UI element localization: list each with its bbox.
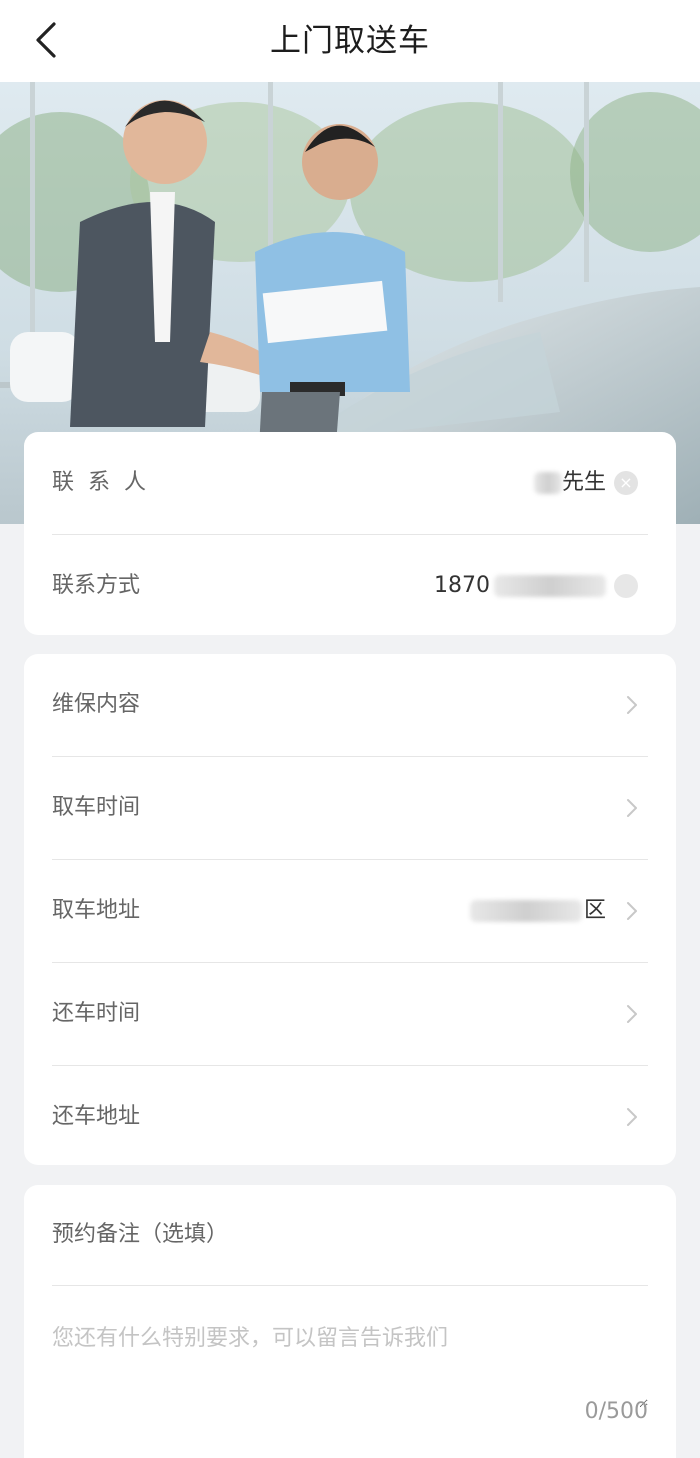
character-counter: 0/500 (584, 1399, 648, 1424)
contact-phone-row[interactable]: 联系方式 1870 (52, 535, 648, 637)
clear-icon[interactable]: × (614, 471, 638, 495)
service-row-pickup-time[interactable]: 取车时间 (52, 757, 648, 860)
contact-phone-value[interactable]: 1870 (434, 535, 606, 637)
pickup-address-value: 区 (469, 860, 606, 962)
remark-card: 预约备注（选填） 0/500 (24, 1185, 676, 1458)
chevron-right-icon (627, 1108, 637, 1126)
service-card: 维保内容 取车时间 取车地址 区 还车时间 还车地址 (24, 654, 676, 1165)
contact-phone-label: 联系方式 (52, 573, 141, 598)
return-time-label: 还车时间 (52, 1001, 141, 1026)
return-address-label: 还车地址 (52, 1104, 141, 1129)
chevron-right-icon (627, 1005, 637, 1023)
contact-card: 联系人 先生 × 联系方式 1870 (24, 432, 676, 635)
contact-name-label: 联系人 (52, 470, 161, 495)
remark-header: 预约备注（选填） (52, 1185, 648, 1286)
chevron-right-icon (627, 799, 637, 817)
service-row-pickup-address[interactable]: 取车地址 区 (52, 860, 648, 963)
remark-textarea[interactable] (52, 1304, 648, 1408)
contact-name-row[interactable]: 联系人 先生 × (52, 432, 648, 535)
chevron-right-icon (627, 696, 637, 714)
contact-name-value[interactable]: 先生 (533, 432, 606, 534)
remark-body: 0/500 (52, 1286, 648, 1436)
pickup-time-label: 取车时间 (52, 795, 141, 820)
pickup-address-label: 取车地址 (52, 898, 141, 923)
chevron-right-icon (627, 902, 637, 920)
clear-icon[interactable] (614, 574, 638, 598)
service-row-return-time[interactable]: 还车时间 (52, 963, 648, 1066)
service-row-maintenance[interactable]: 维保内容 (52, 654, 648, 757)
service-row-return-address[interactable]: 还车地址 (52, 1066, 648, 1168)
maintenance-label: 维保内容 (52, 692, 141, 717)
remark-label: 预约备注（选填） (52, 1222, 229, 1247)
page-title: 上门取送车 (270, 23, 430, 59)
top-nav-bar: 上门取送车 (0, 0, 700, 82)
